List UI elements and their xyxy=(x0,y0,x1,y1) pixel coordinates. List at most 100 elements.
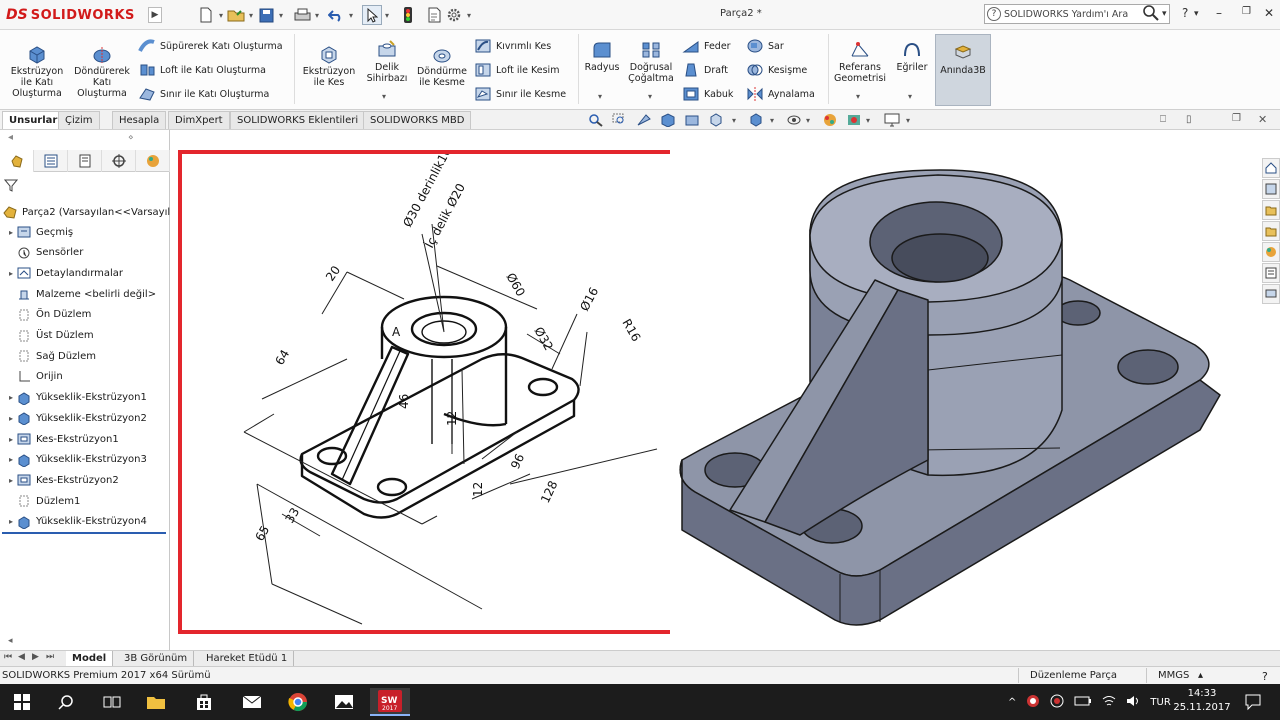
extrude-boss-button[interactable]: Ekstrüzyon ile Katı Oluşturma xyxy=(6,44,68,99)
tray-overflow-icon[interactable]: ^ xyxy=(1008,697,1016,708)
expand-arrow-icon[interactable]: ▸ xyxy=(6,476,16,485)
reference-geometry-button[interactable]: Referans Geometrisi xyxy=(832,40,888,84)
windows-start-icon[interactable] xyxy=(2,688,42,716)
tree-item[interactable]: Düzlem1 xyxy=(6,491,80,511)
revolve-boss-button[interactable]: Döndürerek Katı Oluşturma xyxy=(70,44,134,99)
tab-evaluate[interactable]: Hesapla xyxy=(112,111,167,129)
search-icon[interactable] xyxy=(1142,4,1160,25)
tray-network-icon[interactable] xyxy=(1102,695,1116,710)
rebuild-status-icon[interactable]: ? xyxy=(1262,670,1268,683)
hide-show-dropdown-icon[interactable]: ▾ xyxy=(806,116,810,125)
display-style-dropdown-icon[interactable]: ▾ xyxy=(770,116,774,125)
zoom-area-icon[interactable] xyxy=(612,113,628,127)
units-dropdown-icon[interactable]: ▴ xyxy=(1198,670,1203,681)
close-icon[interactable]: ✕ xyxy=(1264,6,1274,20)
tree-item[interactable]: Malzeme <belirli değil> xyxy=(6,284,156,304)
apply-scene-icon[interactable] xyxy=(846,113,862,127)
pattern-dropdown-icon[interactable]: ▾ xyxy=(648,92,652,101)
intersect-button[interactable]: Kesişme xyxy=(746,62,807,78)
file-properties-icon[interactable] xyxy=(424,5,444,25)
task-pane-appearances-icon[interactable] xyxy=(1262,242,1280,262)
doc-restore-icon[interactable]: ❐ xyxy=(1232,113,1241,124)
tree-item[interactable]: ▸ Yükseklik-Ekstrüzyon1 xyxy=(6,388,147,408)
tab-last-icon[interactable]: ⏭ xyxy=(46,652,54,662)
expand-arrow-icon[interactable]: ▸ xyxy=(6,414,16,423)
fillet-button[interactable]: Radyus xyxy=(582,40,622,73)
tree-item[interactable]: ▸ Kes-Ekstrüzyon1 xyxy=(6,429,119,449)
tray-record-icon[interactable] xyxy=(1026,694,1040,711)
tray-volume-icon[interactable] xyxy=(1126,695,1140,710)
feature-tree-tab[interactable] xyxy=(0,150,34,172)
hole-wizard-button[interactable]: Delik Sihirbazı xyxy=(362,40,412,84)
view-orientation-icon[interactable] xyxy=(708,113,724,127)
shell-button[interactable]: Kabuk xyxy=(682,86,733,102)
panel-collapse-arrow-icon[interactable]: ◂ xyxy=(8,132,13,143)
solidworks-logo[interactable]: DS SOLIDWORKS xyxy=(6,4,135,26)
reference-geometry-dropdown-icon[interactable]: ▾ xyxy=(856,92,860,101)
task-pane-file-explorer-icon[interactable] xyxy=(1262,221,1280,241)
tree-item[interactable]: Ön Düzlem xyxy=(6,305,91,325)
curves-dropdown-icon[interactable]: ▾ xyxy=(908,92,912,101)
previous-view-icon[interactable] xyxy=(636,113,652,127)
curves-button[interactable]: Eğriler xyxy=(892,40,932,73)
tab-mbd[interactable]: SOLIDWORKS MBD xyxy=(363,111,472,129)
options-gear-icon[interactable] xyxy=(444,5,464,25)
boundary-boss-button[interactable]: Sınır ile Katı Oluşturma xyxy=(138,86,269,102)
edit-appearance-icon[interactable] xyxy=(822,113,838,127)
undo-dropdown-icon[interactable]: ▾ xyxy=(346,11,356,20)
new-dropdown-icon[interactable]: ▾ xyxy=(216,11,226,20)
save-icon[interactable] xyxy=(256,5,276,25)
tab-model[interactable]: Model xyxy=(66,651,114,667)
tab-first-icon[interactable]: ⏮ xyxy=(4,652,12,662)
tray-battery-icon[interactable] xyxy=(1074,696,1092,709)
view-settings-monitor-icon[interactable] xyxy=(884,113,900,127)
print-dropdown-icon[interactable]: ▾ xyxy=(312,11,322,20)
solidworks-taskbar-icon[interactable]: SW 2017 xyxy=(370,688,410,716)
view-settings-dropdown-icon[interactable]: ▾ xyxy=(906,116,910,125)
file-explorer-icon[interactable] xyxy=(136,688,176,716)
tile-pane-icon[interactable]: ▯ xyxy=(1186,114,1192,125)
restore-pane-icon[interactable]: ⎕ xyxy=(1160,114,1166,125)
rib-button[interactable]: Feder xyxy=(682,38,731,54)
undo-icon[interactable] xyxy=(326,5,346,25)
tree-item[interactable]: Üst Düzlem xyxy=(6,326,94,346)
tree-root-part[interactable]: Parça2 (Varsayılan<<Varsayıl xyxy=(2,202,170,222)
tree-item[interactable]: ▸ Detaylandırmalar xyxy=(6,263,123,283)
expand-arrow-icon[interactable]: ▸ xyxy=(6,269,16,278)
select-cursor-icon[interactable] xyxy=(362,5,382,25)
expand-arrow-icon[interactable]: ▸ xyxy=(6,517,16,526)
tree-item[interactable]: ▸ Yükseklik-Ekstrüzyon4 xyxy=(6,512,147,532)
expand-arrow-icon[interactable]: ▸ xyxy=(6,228,16,237)
tab-features[interactable]: Unsurlar xyxy=(2,111,65,129)
property-manager-tab[interactable] xyxy=(34,150,68,172)
filter-funnel-icon[interactable] xyxy=(4,178,18,192)
tree-item[interactable]: Orijin xyxy=(6,367,63,387)
tab-sketch[interactable]: Çizim xyxy=(58,111,100,129)
rollback-bar[interactable] xyxy=(2,532,166,534)
draft-button[interactable]: Draft xyxy=(682,62,728,78)
search-dropdown-icon[interactable]: ▾ xyxy=(1162,9,1167,19)
section-view-icon[interactable] xyxy=(660,113,676,127)
tab-next-icon[interactable]: ▶ xyxy=(32,652,39,662)
expand-arrow-icon[interactable]: ▸ xyxy=(6,435,16,444)
fm-scroll-left-icon[interactable]: ◂ xyxy=(8,636,13,646)
save-dropdown-icon[interactable]: ▾ xyxy=(276,11,286,20)
task-view-icon[interactable] xyxy=(92,688,132,716)
boundary-cut-button[interactable]: Sınır ile Kesme xyxy=(474,86,566,102)
tree-item[interactable]: ▸ Kes-Ekstrüzyon2 xyxy=(6,470,119,490)
print-icon[interactable] xyxy=(292,5,312,25)
store-icon[interactable] xyxy=(184,688,224,716)
fillet-dropdown-icon[interactable]: ▾ xyxy=(598,92,602,101)
panel-divider-handle-icon[interactable]: ⋄ xyxy=(128,133,134,143)
mirror-button[interactable]: Aynalama xyxy=(746,86,815,102)
graphics-area-3d-viewport[interactable] xyxy=(670,130,1260,650)
task-pane-resources-icon[interactable] xyxy=(1262,179,1280,199)
task-pane-forum-icon[interactable] xyxy=(1262,284,1280,304)
action-center-icon[interactable] xyxy=(1244,693,1262,714)
swept-boss-button[interactable]: Süpürerek Katı Oluşturma xyxy=(138,38,283,54)
expand-arrow-icon[interactable]: ▸ xyxy=(6,393,16,402)
scene-dropdown-icon[interactable]: ▾ xyxy=(866,116,870,125)
photos-app-icon[interactable] xyxy=(324,688,364,716)
view-orientation-dropdown-icon[interactable]: ▾ xyxy=(732,116,736,125)
help-dropdown-icon[interactable]: ▾ xyxy=(1194,9,1199,19)
